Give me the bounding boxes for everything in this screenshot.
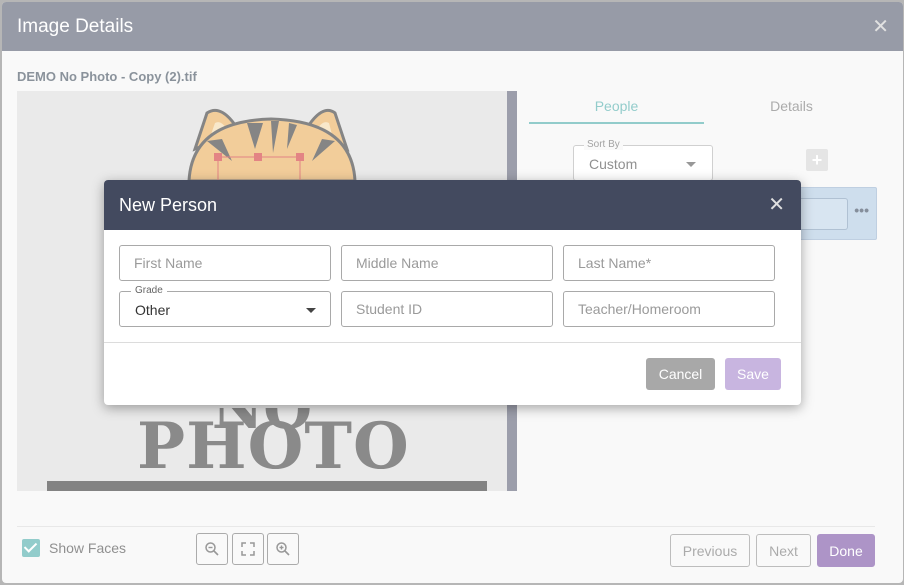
save-button[interactable]: Save [725,358,781,390]
student-id-field[interactable] [341,291,553,327]
cancel-button[interactable]: Cancel [646,358,715,390]
teacher-homeroom-field[interactable] [563,291,775,327]
grade-value: Other [135,302,171,318]
chevron-down-icon [306,308,316,313]
close-icon[interactable]: ✕ [768,195,785,215]
grade-select[interactable]: Grade Other [119,285,331,327]
modal-title: New Person [119,194,218,215]
modal-divider [104,342,801,343]
first-name-field[interactable] [119,245,331,281]
modal-header: New Person ✕ [104,180,801,230]
last-name-field[interactable] [563,245,775,281]
new-person-modal: New Person ✕ Grade Other Cancel Save [104,180,801,405]
middle-name-field[interactable] [341,245,553,281]
grade-label: Grade [131,285,167,296]
